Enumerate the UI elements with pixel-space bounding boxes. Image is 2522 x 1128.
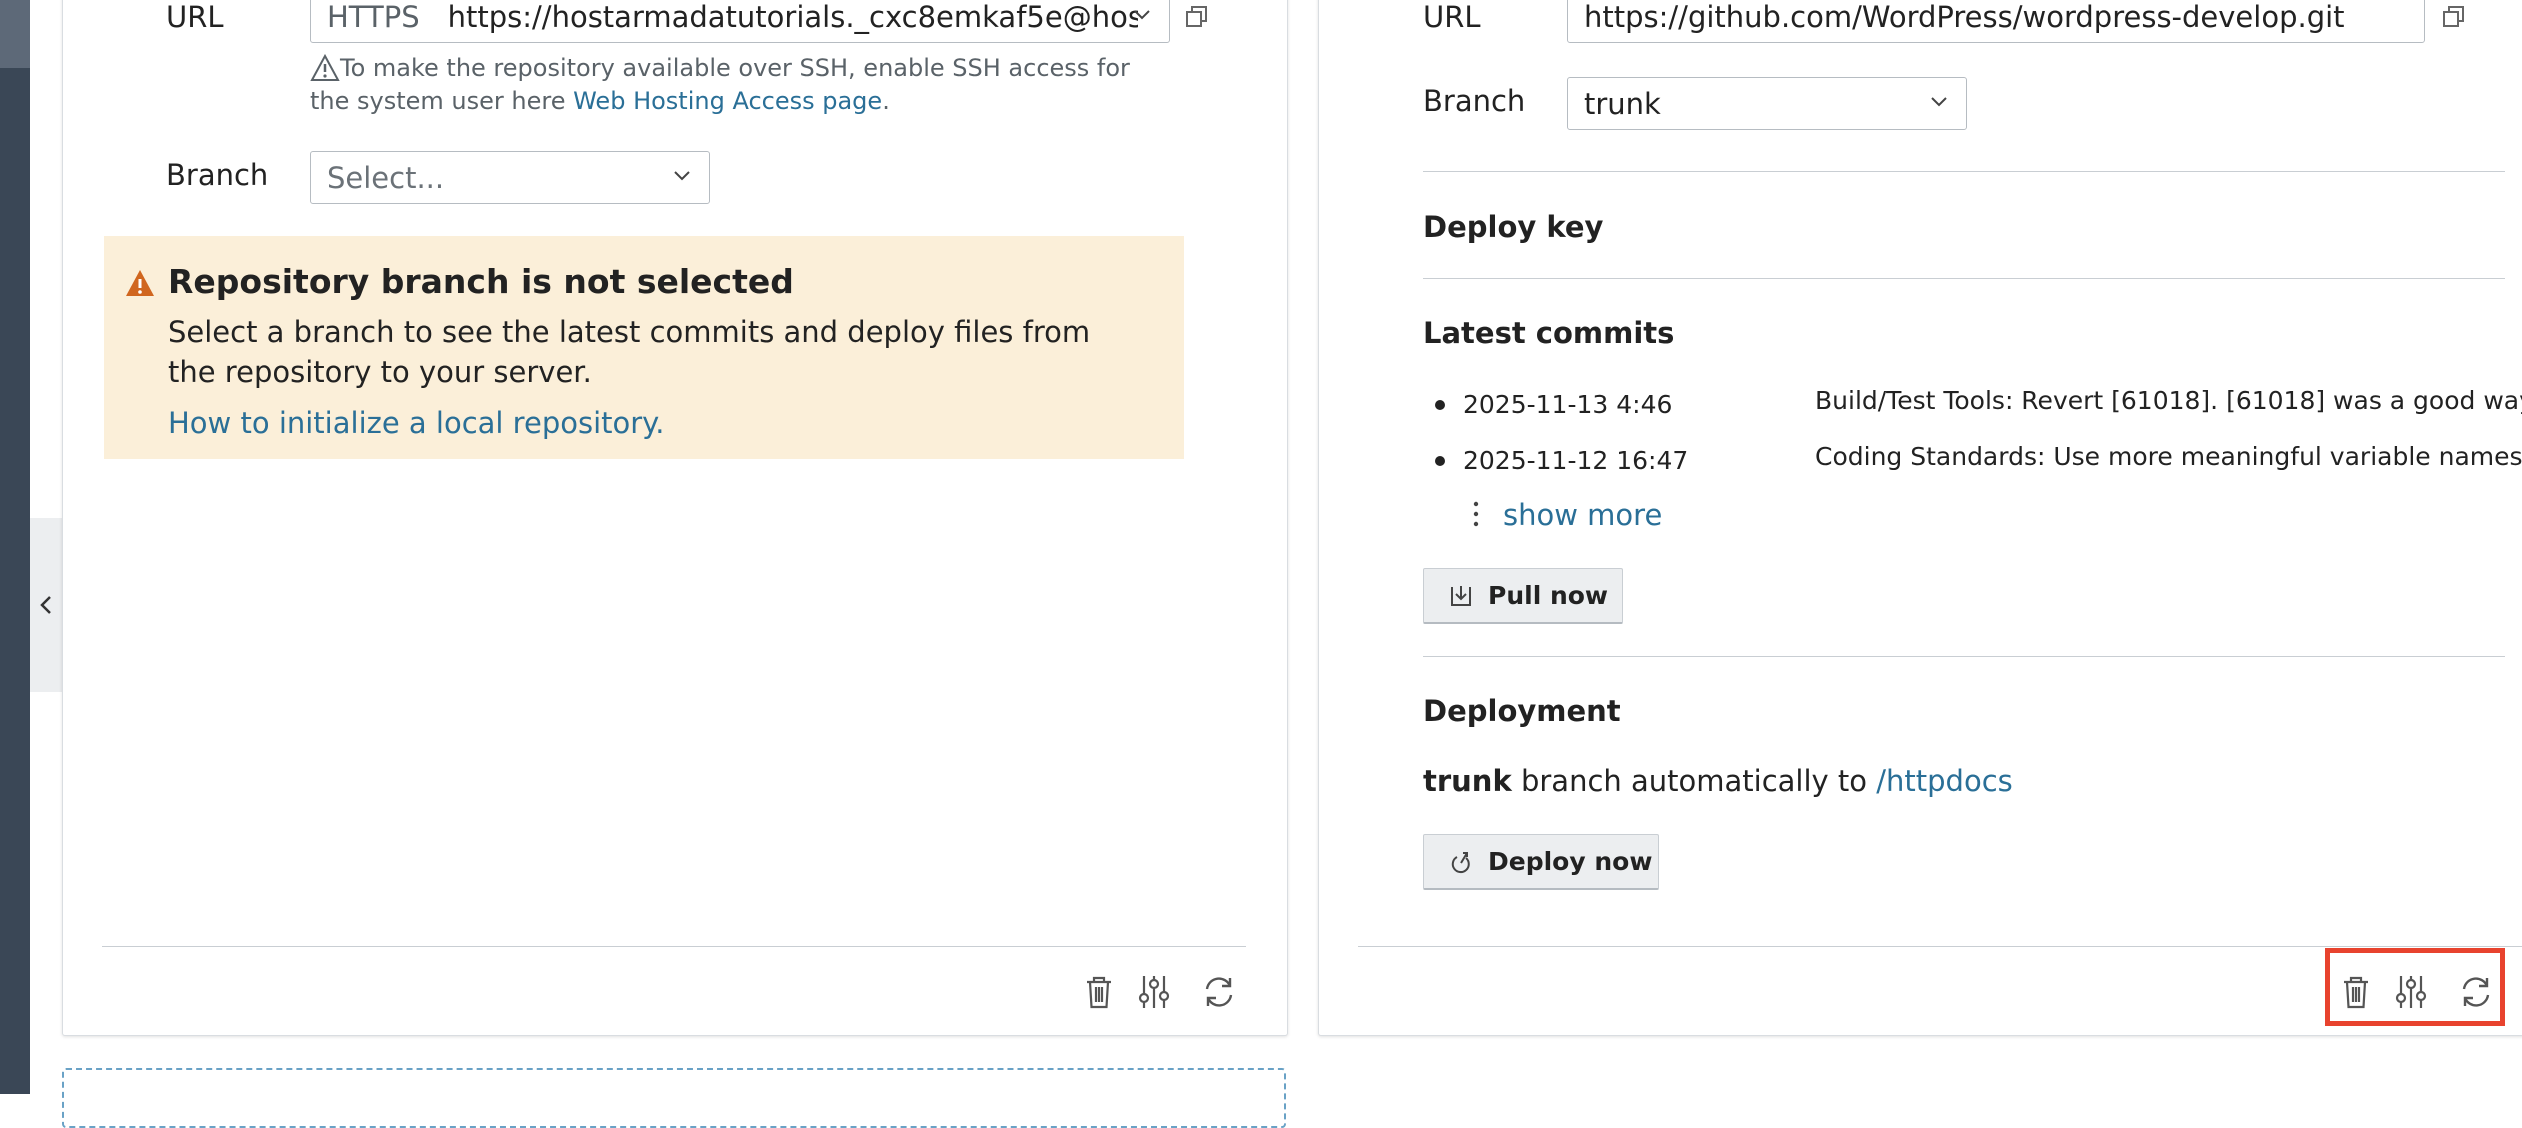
branch-label: Branch	[1423, 84, 1526, 118]
ssh-hint-text: To make the repository available over SS…	[340, 54, 1130, 82]
deployment-title: Deployment	[1423, 694, 1621, 728]
card-divider	[1358, 946, 2522, 947]
card-divider	[102, 946, 1246, 947]
download-icon	[1451, 585, 1471, 606]
branch-placeholder: Select...	[327, 160, 445, 195]
warning-title: Repository branch is not selected	[168, 262, 794, 301]
chevron-down-icon	[1931, 97, 1947, 107]
url-value: https://github.com/WordPress/wordpress-d…	[1584, 0, 2345, 34]
url-protocol: HTTPS	[327, 0, 420, 34]
branch-select[interactable]: trunk	[1567, 77, 1967, 130]
sidebar-strip-top	[0, 0, 30, 68]
section-divider	[1423, 656, 2505, 657]
more-vertical-icon	[1473, 501, 1479, 527]
warning-text: Select a branch to see the latest commit…	[168, 315, 1091, 389]
commit-message: Build/Test Tools: Revert [61018]. [61018…	[1815, 386, 2522, 415]
ssh-hint-text-2: the system user here	[310, 87, 574, 115]
refresh-icon	[1205, 977, 1233, 1007]
deployment-description: trunk branch automatically to /httpdocs	[1423, 764, 2013, 798]
settings-button[interactable]	[1134, 972, 1174, 1012]
url-field[interactable]: HTTPS https://hostarmadatutorials._cxc8e…	[310, 0, 1170, 43]
commit-message: Coding Standards: Use more meaningful va…	[1815, 442, 2522, 471]
sidebar-collapse-toggle[interactable]	[30, 518, 62, 692]
deploy-icon	[1451, 851, 1470, 873]
deploy-now-button[interactable]: Deploy now	[1423, 834, 1659, 890]
section-divider	[1423, 171, 2505, 172]
ssh-hint-end: .	[882, 87, 890, 115]
commit-date: 2025-11-13 4:46	[1463, 390, 1673, 419]
copy-icon[interactable]	[1184, 4, 1210, 30]
list-bullet	[1435, 400, 1445, 410]
chevron-down-icon[interactable]	[1131, 3, 1153, 25]
section-divider	[1423, 278, 2505, 279]
warning-icon	[126, 270, 154, 296]
refresh-button[interactable]	[1199, 972, 1239, 1012]
ssh-hint: To make the repository available over SS…	[310, 52, 1130, 118]
commit-date: 2025-11-12 16:47	[1463, 446, 1689, 475]
url-label: URL	[1423, 0, 1481, 34]
deployment-branch: trunk	[1423, 764, 1512, 798]
url-label: URL	[166, 0, 224, 34]
web-hosting-access-link[interactable]: Web Hosting Access page	[573, 87, 882, 115]
deployment-text: branch automatically to	[1511, 764, 1877, 798]
branch-label: Branch	[166, 158, 269, 192]
warning-outline-icon	[310, 53, 340, 81]
list-bullet	[1435, 456, 1445, 466]
pull-now-label: Pull now	[1488, 581, 1609, 610]
pull-now-button[interactable]: Pull now	[1423, 568, 1623, 624]
url-value: https://hostarmadatutorials._cxc8emkaf5e…	[447, 0, 1138, 34]
show-more-link[interactable]: show more	[1503, 498, 1662, 532]
branch-select[interactable]: Select...	[310, 151, 710, 204]
deploy-key-title[interactable]: Deploy key	[1423, 210, 1603, 244]
add-repository-placeholder[interactable]	[62, 1068, 1286, 1128]
settings-sliders-icon	[1138, 976, 1170, 1008]
copy-icon[interactable]	[2441, 4, 2467, 30]
initialize-repo-link[interactable]: How to initialize a local repository.	[168, 406, 664, 440]
branch-warning: Repository branch is not selected Select…	[104, 236, 1184, 459]
sidebar-strip	[0, 0, 30, 1094]
url-field[interactable]: https://github.com/WordPress/wordpress-d…	[1567, 0, 2425, 43]
highlight-box	[2325, 948, 2505, 1026]
delete-button[interactable]	[1079, 972, 1119, 1012]
chevron-left-icon	[40, 596, 51, 614]
httpdocs-link[interactable]: /httpdocs	[1876, 764, 2013, 798]
trash-icon	[1087, 976, 1111, 1009]
branch-value: trunk	[1584, 86, 1661, 121]
deploy-now-label: Deploy now	[1488, 847, 1653, 876]
chevron-down-icon	[674, 171, 690, 181]
latest-commits-title: Latest commits	[1423, 316, 1675, 350]
